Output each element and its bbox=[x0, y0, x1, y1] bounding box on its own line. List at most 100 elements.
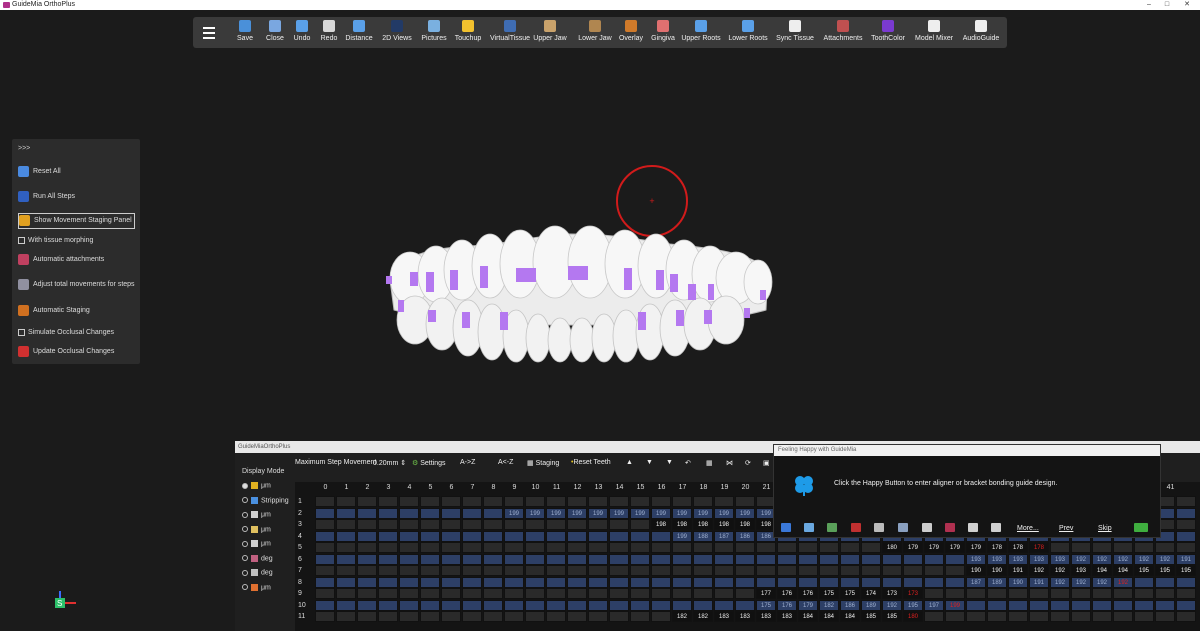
table-cell[interactable] bbox=[483, 565, 503, 576]
table-cell[interactable]: 191 bbox=[1176, 553, 1196, 565]
table-cell[interactable] bbox=[525, 599, 545, 611]
table-cell[interactable] bbox=[567, 611, 587, 622]
table-cell[interactable] bbox=[420, 530, 440, 542]
table-cell[interactable] bbox=[882, 576, 902, 588]
table-cell[interactable] bbox=[567, 599, 587, 611]
table-cell[interactable] bbox=[735, 588, 755, 599]
step-column-header[interactable]: 12 bbox=[567, 484, 588, 491]
table-cell[interactable] bbox=[336, 588, 356, 599]
table-cell[interactable]: 192 bbox=[1155, 553, 1175, 565]
table-cell[interactable] bbox=[525, 576, 545, 588]
table-cell[interactable] bbox=[966, 599, 986, 611]
table-row[interactable]: 175 176 179 182 186 189 192 195 197 199 bbox=[315, 599, 1200, 611]
table-cell[interactable] bbox=[630, 611, 650, 622]
table-cell[interactable] bbox=[315, 519, 335, 530]
table-cell[interactable] bbox=[861, 542, 881, 553]
table-cell[interactable] bbox=[483, 542, 503, 553]
table-cell[interactable]: 184 bbox=[798, 611, 818, 622]
step-column-header[interactable]: 19 bbox=[714, 484, 735, 491]
table-cell[interactable]: 198 bbox=[672, 519, 692, 530]
table-cell[interactable]: 179 bbox=[798, 599, 818, 611]
table-cell[interactable]: 198 bbox=[651, 519, 671, 530]
table-cell[interactable] bbox=[462, 507, 482, 519]
step-column-header[interactable]: 0 bbox=[315, 484, 336, 491]
table-cell[interactable] bbox=[630, 542, 650, 553]
table-cell[interactable] bbox=[525, 611, 545, 622]
toolbar-toothcolor-button[interactable]: ToothColor bbox=[869, 19, 907, 47]
table-cell[interactable] bbox=[1092, 611, 1112, 622]
table-cell[interactable] bbox=[336, 553, 356, 565]
left-panel-automatic-attachments[interactable]: Automatic attachments bbox=[18, 253, 104, 267]
table-cell[interactable]: 190 bbox=[966, 565, 986, 576]
table-cell[interactable] bbox=[714, 576, 734, 588]
table-cell[interactable] bbox=[483, 588, 503, 599]
table-cell[interactable]: 179 bbox=[924, 542, 944, 553]
table-cell[interactable] bbox=[420, 496, 440, 507]
table-cell[interactable] bbox=[525, 588, 545, 599]
table-cell[interactable] bbox=[651, 553, 671, 565]
table-cell[interactable] bbox=[1134, 611, 1154, 622]
display-mode-option[interactable]: μm bbox=[242, 511, 271, 518]
table-cell[interactable] bbox=[567, 542, 587, 553]
table-cell[interactable] bbox=[504, 611, 524, 622]
table-cell[interactable]: 192 bbox=[1134, 553, 1154, 565]
table-cell[interactable] bbox=[903, 576, 923, 588]
table-cell[interactable] bbox=[861, 576, 881, 588]
display-mode-option[interactable]: μm bbox=[242, 540, 271, 547]
table-cell[interactable]: 198 bbox=[735, 519, 755, 530]
table-cell[interactable] bbox=[651, 599, 671, 611]
table-cell[interactable] bbox=[441, 553, 461, 565]
table-row[interactable]: 187 189 190 191 192 192 192 192 bbox=[315, 576, 1200, 588]
table-cell[interactable] bbox=[1050, 611, 1070, 622]
step-column-header[interactable]: 8 bbox=[483, 484, 504, 491]
table-cell[interactable] bbox=[714, 496, 734, 507]
table-cell[interactable] bbox=[336, 496, 356, 507]
table-cell[interactable]: 175 bbox=[819, 588, 839, 599]
table-cell[interactable] bbox=[588, 599, 608, 611]
table-cell[interactable] bbox=[567, 553, 587, 565]
table-cell[interactable]: 176 bbox=[777, 588, 797, 599]
table-cell[interactable] bbox=[546, 519, 566, 530]
table-cell[interactable]: 199 bbox=[672, 530, 692, 542]
table-cell[interactable] bbox=[966, 611, 986, 622]
table-cell[interactable] bbox=[462, 496, 482, 507]
table-cell[interactable] bbox=[1134, 599, 1154, 611]
staging-button[interactable]: ▦ Staging bbox=[527, 459, 559, 467]
table-cell[interactable] bbox=[546, 530, 566, 542]
table-cell[interactable] bbox=[504, 576, 524, 588]
display-mode-option[interactable]: μm bbox=[242, 583, 271, 591]
table-cell[interactable] bbox=[924, 588, 944, 599]
table-cell[interactable] bbox=[525, 530, 545, 542]
table-cell[interactable]: 193 bbox=[1050, 553, 1070, 565]
table-cell[interactable] bbox=[420, 553, 440, 565]
table-cell[interactable] bbox=[504, 599, 524, 611]
table-cell[interactable] bbox=[420, 588, 440, 599]
table-cell[interactable] bbox=[441, 588, 461, 599]
table-cell[interactable] bbox=[903, 565, 923, 576]
table-cell[interactable] bbox=[462, 576, 482, 588]
table-cell[interactable] bbox=[630, 576, 650, 588]
table-cell[interactable] bbox=[609, 565, 629, 576]
table-cell[interactable] bbox=[357, 611, 377, 622]
left-panel-with-tissue-morphing[interactable]: With tissue morphing bbox=[18, 234, 93, 248]
toolbar-virtualtissue-button[interactable]: VirtualTissue bbox=[490, 19, 530, 47]
table-cell[interactable] bbox=[546, 611, 566, 622]
table-cell[interactable] bbox=[378, 576, 398, 588]
table-cell[interactable] bbox=[483, 611, 503, 622]
toolbar-lower-roots-button[interactable]: Lower Roots bbox=[727, 19, 769, 47]
table-cell[interactable] bbox=[756, 576, 776, 588]
table-cell[interactable]: 199 bbox=[504, 507, 524, 519]
table-cell[interactable] bbox=[588, 588, 608, 599]
table-cell[interactable] bbox=[567, 530, 587, 542]
table-cell[interactable] bbox=[630, 553, 650, 565]
table-cell[interactable] bbox=[1071, 611, 1091, 622]
table-cell[interactable] bbox=[336, 542, 356, 553]
table-cell[interactable]: 189 bbox=[861, 599, 881, 611]
table-cell[interactable] bbox=[546, 576, 566, 588]
table-cell[interactable] bbox=[567, 519, 587, 530]
table-cell[interactable] bbox=[840, 542, 860, 553]
table-cell[interactable] bbox=[693, 599, 713, 611]
table-cell[interactable]: 195 bbox=[1155, 565, 1175, 576]
table-cell[interactable] bbox=[399, 576, 419, 588]
table-cell[interactable] bbox=[336, 565, 356, 576]
